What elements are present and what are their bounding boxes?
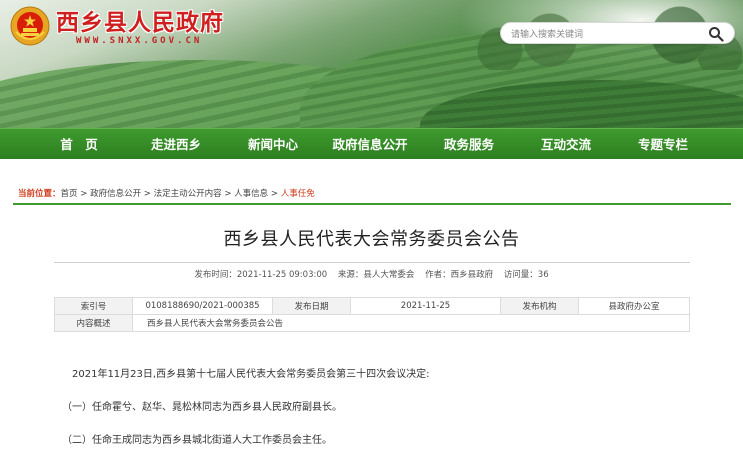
article-title: 西乡县人民代表大会常务委员会公告 xyxy=(223,229,520,250)
summary-label: 内容概述 xyxy=(54,314,133,332)
breadcrumb-link-gov-info[interactable]: 政府信息公开 xyxy=(90,189,141,199)
date-value: 2021-11-25 xyxy=(350,297,501,315)
nav-item-about-xixiang[interactable]: 走进西乡 xyxy=(131,129,221,160)
article-paragraph: （二）任命王成同志为西乡县城北街道人大工作委员会主任。 xyxy=(62,435,332,446)
article-paragraph: （一）任命霍兮、赵华、晁松林同志为西乡县人民政府副县长。 xyxy=(62,402,342,413)
nav-item-home[interactable]: 首 页 xyxy=(34,129,124,160)
header-banner: 西乡县人民政府 WWW.SNXX.GOV.CN xyxy=(0,0,743,128)
title-divider xyxy=(54,262,690,263)
search-icon[interactable] xyxy=(708,26,724,42)
breadcrumb-link-personnel[interactable]: 人事信息 xyxy=(234,189,268,199)
breadcrumb-separator: > xyxy=(268,189,281,199)
breadcrumb-separator: > xyxy=(141,189,154,199)
meta-author: 作者：西乡县政府 xyxy=(425,270,494,280)
breadcrumb-lead: 当前位置： xyxy=(18,189,61,199)
date-label: 发布日期 xyxy=(272,297,351,315)
meta-published: 发布时间：2021-11-25 09:03:00 xyxy=(194,270,328,280)
national-emblem-icon xyxy=(10,6,50,46)
breadcrumb-separator: > xyxy=(221,189,235,199)
search-input[interactable] xyxy=(511,26,701,42)
site-url: WWW.SNXX.GOV.CN xyxy=(76,36,203,46)
breadcrumb-separator: > xyxy=(77,189,91,199)
breadcrumb-link-statutory[interactable]: 法定主动公开内容 xyxy=(154,189,222,199)
org-label: 发布机构 xyxy=(500,297,579,315)
nav-item-topics[interactable]: 专题专栏 xyxy=(618,129,708,160)
article-paragraph: 2021年11月23日,西乡县第十七届人民代表大会常务委员会第三十四次会议决定: xyxy=(72,369,430,380)
org-value: 县政府办公室 xyxy=(578,297,690,315)
index-label: 索引号 xyxy=(54,297,133,315)
table-row: 索引号 0108188690/2021-000385 发布日期 2021-11-… xyxy=(54,297,690,315)
site-title[interactable]: 西乡县人民政府 xyxy=(56,3,224,37)
nav-item-news[interactable]: 新闻中心 xyxy=(228,129,318,160)
breadcrumb-divider xyxy=(13,203,731,205)
summary-value: 西乡县人民代表大会常务委员会公告 xyxy=(132,314,690,332)
index-value: 0108188690/2021-000385 xyxy=(132,297,273,315)
search-box xyxy=(500,22,735,44)
nav-item-gov-info[interactable]: 政府信息公开 xyxy=(325,129,415,160)
info-table: 索引号 0108188690/2021-000385 发布日期 2021-11-… xyxy=(54,297,690,332)
main-nav: 首 页 走进西乡 新闻中心 政府信息公开 政务服务 互动交流 专题专栏 xyxy=(0,128,743,159)
breadcrumb-current[interactable]: 人事任免 xyxy=(281,189,315,199)
nav-item-interaction[interactable]: 互动交流 xyxy=(521,129,611,160)
article-meta: 发布时间：2021-11-25 09:03:00 来源：县人大常委会 作者：西乡… xyxy=(0,268,743,280)
breadcrumb-link-home[interactable]: 首页 xyxy=(61,189,78,199)
meta-views: 访问量：36 xyxy=(503,270,549,280)
breadcrumb: 当前位置：首页 > 政府信息公开 > 法定主动公开内容 > 人事信息 > 人事任… xyxy=(18,187,315,199)
nav-item-services[interactable]: 政务服务 xyxy=(424,129,514,160)
table-row: 内容概述 西乡县人民代表大会常务委员会公告 xyxy=(54,314,690,332)
meta-source: 来源：县人大常委会 xyxy=(337,270,415,280)
